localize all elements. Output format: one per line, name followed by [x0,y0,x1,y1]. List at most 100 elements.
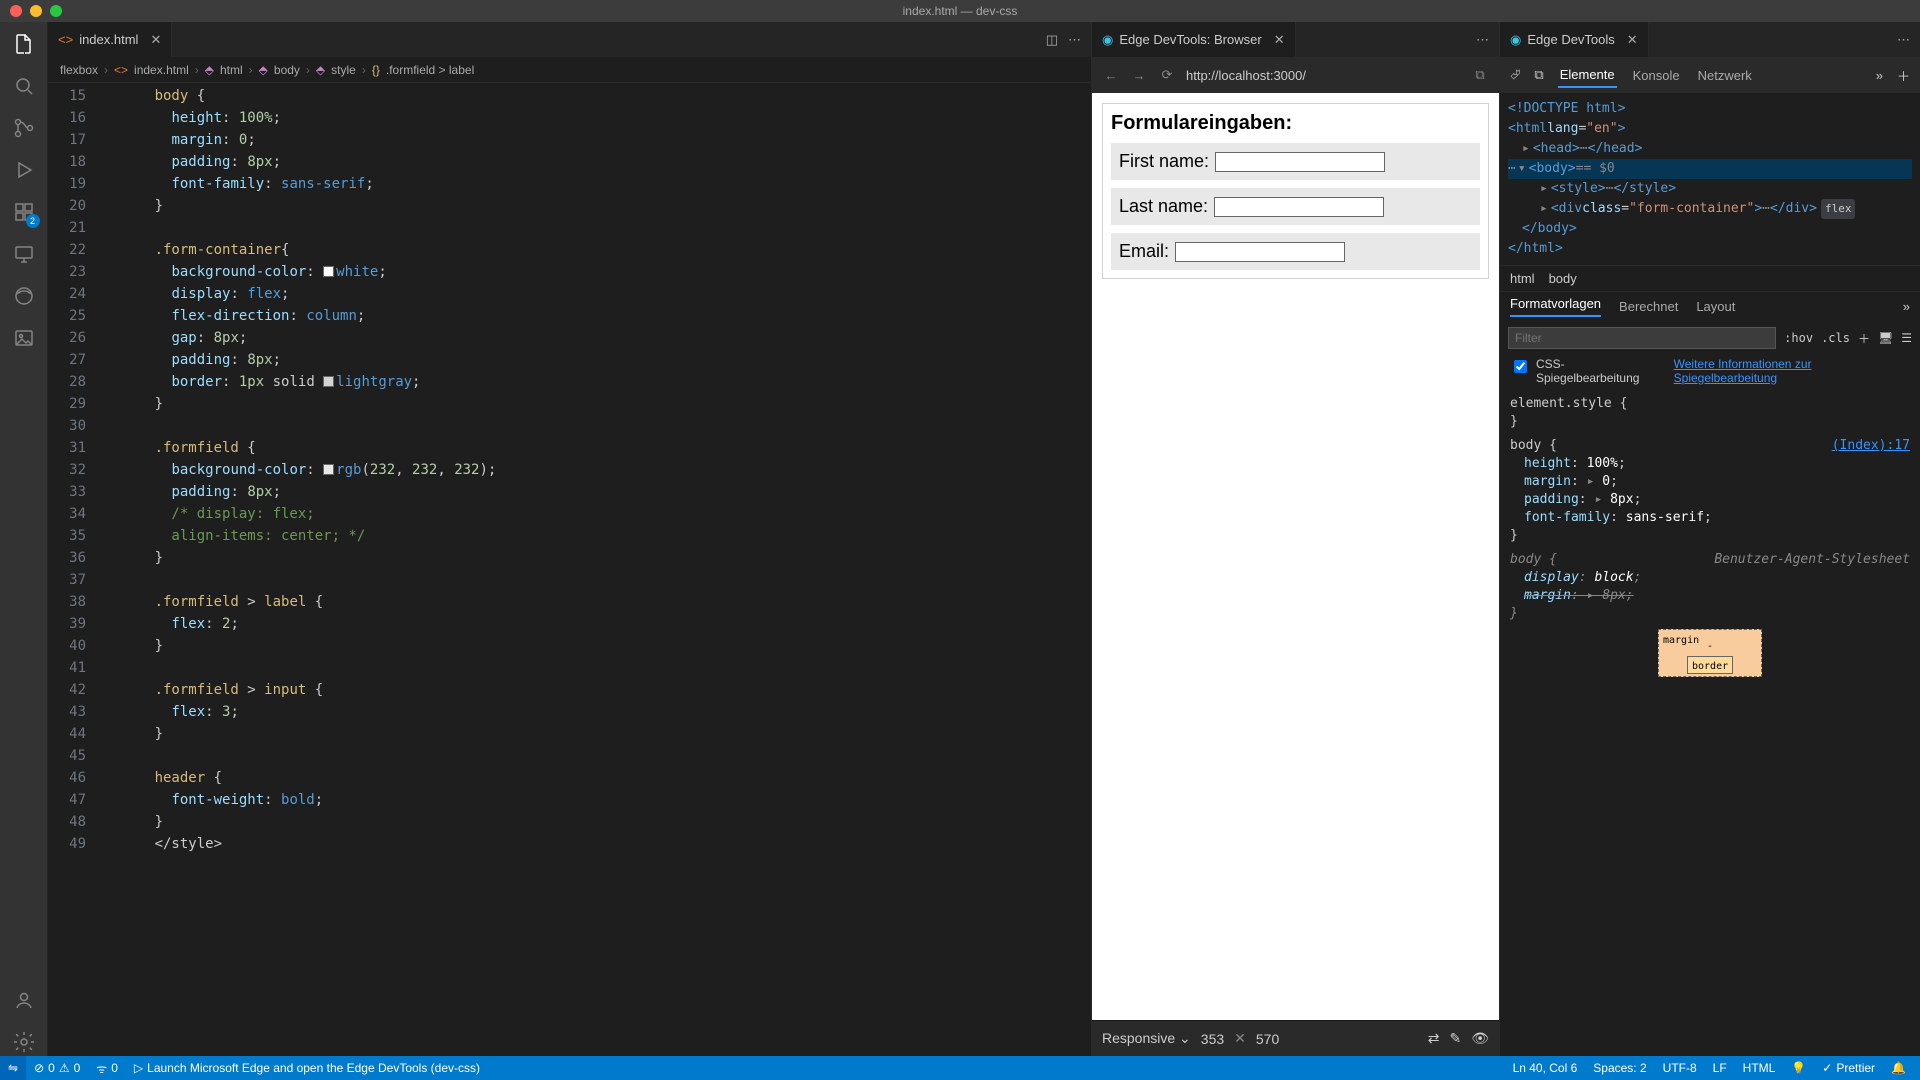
ports-item[interactable]: ᯤ0 [88,1060,126,1077]
first-name-input[interactable] [1215,152,1385,172]
editor-tab-label: index.html [79,32,138,47]
back-icon[interactable]: ← [1102,68,1120,83]
breadcrumb-item[interactable]: html [220,63,243,77]
devtools-panel-tab[interactable]: Netzwerk [1696,64,1754,87]
run-debug-icon[interactable] [10,156,38,184]
extensions-badge: 2 [26,214,40,228]
launch-edge-item[interactable]: ▷Launch Microsoft Edge and open the Edge… [126,1061,488,1075]
device-select[interactable]: Responsive ⌄ [1102,1030,1191,1047]
breadcrumb-item[interactable]: html [1510,271,1535,286]
hints-icon[interactable]: 💡 [1783,1061,1814,1075]
add-tab-icon[interactable]: ＋ [1897,66,1910,85]
device-toggle-icon[interactable]: ⧉ [1534,67,1543,83]
styles-filter-input[interactable] [1508,327,1776,349]
edit-icon[interactable]: ✎ [1449,1030,1461,1047]
breadcrumb-item[interactable]: .formfield > label [386,63,474,77]
browser-tab-label: Edge DevTools: Browser [1119,32,1261,47]
styles-panel[interactable]: element.style { } body {(Index):17 heigh… [1500,391,1920,1056]
css-mirror-checkbox[interactable] [1514,360,1527,373]
url-bar[interactable]: http://localhost:3000/ [1186,68,1461,83]
devtools-tabbar: ◉ Edge DevTools ✕ ⋯ [1500,22,1920,57]
editor-body[interactable]: 1516171819202122232425262728293031323334… [48,83,1091,1056]
close-icon[interactable]: ✕ [150,32,161,48]
devtools-tab[interactable]: ◉ Edge DevTools ✕ [1500,22,1649,57]
page-canvas: Formulareingaben: First name: Last name:… [1092,93,1499,1020]
css-mirror-row: CSS-Spiegelbearbeitung Weitere Informati… [1500,355,1920,391]
css-mirror-link[interactable]: Weitere Informationen zur Spiegelbearbei… [1674,357,1910,385]
breadcrumb-item[interactable]: flexbox [60,63,98,77]
reload-icon[interactable]: ⟳ [1158,67,1176,83]
cls-toggle[interactable]: .cls [1821,331,1850,345]
styles-subtab[interactable]: Formatvorlagen [1510,296,1601,317]
devtools-panel-tab[interactable]: Elemente [1558,63,1617,88]
editor-actions: ◫ ⋯ [1046,22,1091,57]
errors-item[interactable]: ⊘0 ⚠0 [26,1061,88,1075]
browser-navbar: ← → ⟳ http://localhost:3000/ ⧉ [1092,57,1499,93]
last-name-input[interactable] [1214,197,1384,217]
dom-tree[interactable]: <!DOCTYPE html> <html lang="en"> ▸<head>… [1500,93,1920,265]
devtools-panel-tab[interactable]: Konsole [1631,64,1682,87]
sidebar-icon[interactable]: ☰ [1901,331,1912,345]
indent-item[interactable]: Spaces: 2 [1585,1061,1654,1075]
more-actions-icon[interactable]: ⋯ [1068,32,1081,48]
dom-breadcrumb[interactable]: html body [1500,265,1920,291]
more-actions-icon[interactable]: ⋯ [1476,32,1489,48]
devtools-tab-label: Edge DevTools [1527,32,1614,47]
titlebar: index.html — dev-css [0,0,1920,22]
form-container: Formulareingaben: First name: Last name:… [1102,103,1489,279]
antenna-icon: ᯤ [96,1060,107,1077]
play-icon: ▷ [134,1061,143,1075]
code-area[interactable]: body { height: 100%; margin: 0; padding:… [104,83,1091,1056]
forward-icon[interactable]: → [1130,68,1148,83]
new-style-icon[interactable]: ＋ [1858,330,1870,347]
breadcrumb-item[interactable]: body [1549,271,1577,286]
html-file-icon: <> [58,32,73,47]
form-field: First name: [1111,143,1480,180]
edge-tools-icon[interactable] [10,282,38,310]
remote-explorer-icon[interactable] [10,240,38,268]
editor-tab[interactable]: <> index.html ✕ [48,22,172,57]
prettier-item[interactable]: ✓ Prettier [1814,1061,1883,1075]
status-bar: ⇋ ⊘0 ⚠0 ᯤ0 ▷Launch Microsoft Edge and op… [0,1056,1920,1080]
viewport-width[interactable]: 353 [1201,1031,1224,1047]
x-separator: ✕ [1234,1030,1246,1047]
eol-item[interactable]: LF [1705,1061,1735,1075]
search-icon[interactable] [10,72,38,100]
extensions-icon[interactable]: 2 [10,198,38,226]
viewport-height[interactable]: 570 [1256,1031,1279,1047]
style-source-link[interactable]: (Index):17 [1832,437,1910,455]
account-icon[interactable] [10,986,38,1014]
breadcrumb[interactable]: flexbox› <>index.html› ⬘html› ⬘body› ⬘st… [48,57,1091,83]
breadcrumb-item[interactable]: style [331,63,356,77]
remote-indicator[interactable]: ⇋ [0,1056,26,1080]
form-header: Formulareingaben: [1111,112,1480,135]
hov-toggle[interactable]: :hov [1784,331,1813,345]
close-icon[interactable]: ✕ [1274,32,1285,48]
browser-tab[interactable]: ◉ Edge DevTools: Browser ✕ [1092,22,1296,57]
breadcrumb-item[interactable]: body [274,63,300,77]
notifications-icon[interactable]: 🔔 [1883,1061,1914,1075]
explorer-icon[interactable] [10,30,38,58]
more-tabs-icon[interactable]: » [1903,299,1910,314]
rotate-icon[interactable]: ⇄ [1428,1030,1440,1047]
styles-subtab[interactable]: Berechnet [1619,299,1678,314]
encoding-item[interactable]: UTF-8 [1655,1061,1705,1075]
image-preview-icon[interactable] [10,324,38,352]
inspect-icon[interactable]: ⮰ [1510,67,1520,83]
edge-icon: ◉ [1102,32,1113,48]
cursor-position[interactable]: Ln 40, Col 6 [1505,1061,1586,1075]
close-icon[interactable]: ✕ [1627,32,1638,48]
more-tabs-icon[interactable]: » [1876,68,1883,83]
email-input[interactable] [1175,242,1345,262]
more-actions-icon[interactable]: ⋯ [1897,32,1910,48]
breadcrumb-item[interactable]: index.html [134,63,189,77]
settings-gear-icon[interactable] [10,1028,38,1056]
device-icon[interactable]: 🖥 [1878,331,1893,345]
field-label: Email: [1119,241,1169,262]
source-control-icon[interactable] [10,114,38,142]
language-item[interactable]: HTML [1735,1061,1784,1075]
screencast-icon[interactable]: ⧉ [1471,67,1489,83]
eye-icon[interactable]: 👁 [1471,1030,1489,1047]
styles-subtab[interactable]: Layout [1696,299,1735,314]
split-editor-icon[interactable]: ◫ [1046,32,1058,48]
